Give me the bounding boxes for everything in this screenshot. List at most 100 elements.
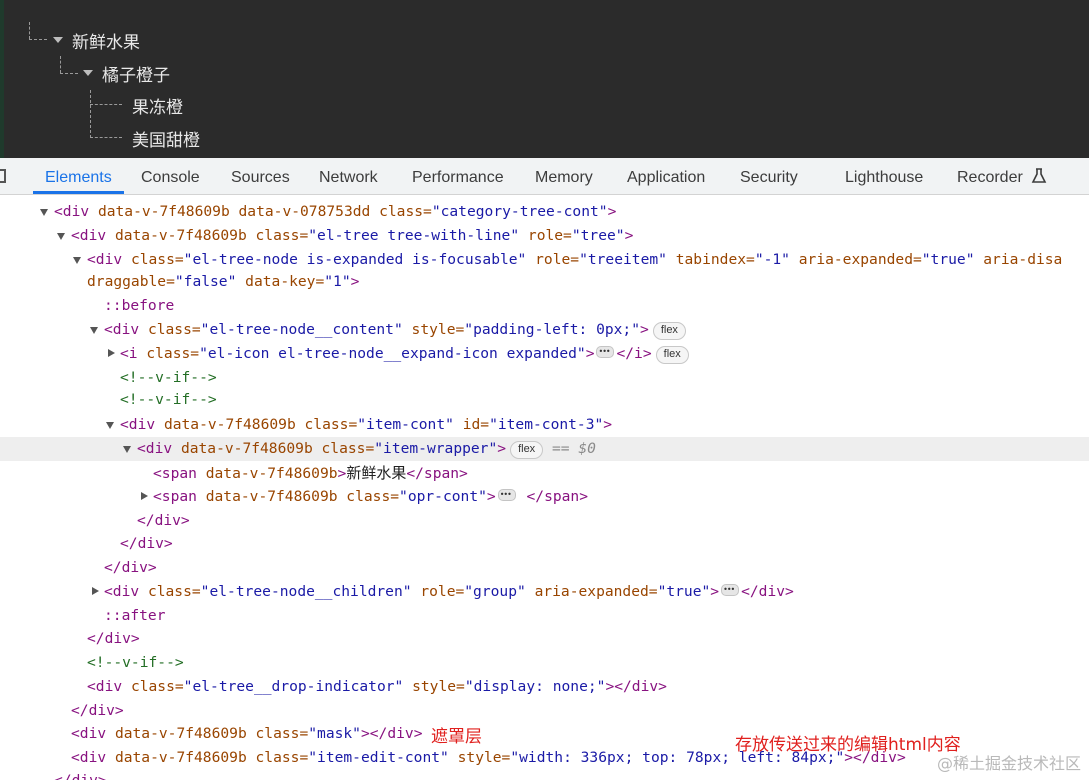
dom-node-line[interactable]: <div class="el-tree__drop-indicator" sty… [0, 675, 1089, 699]
dom-pseudo-line[interactable]: ::after [0, 604, 1089, 628]
attr-name: data-v-7f48609b class= [172, 440, 375, 457]
tag-end: </span> [406, 465, 468, 482]
tree-node-navel-orange[interactable]: 美国甜橙 [132, 126, 200, 151]
ellipsis-icon[interactable] [497, 483, 516, 507]
attr-value: "el-icon el-tree-node__expand-icon expan… [199, 345, 586, 362]
dom-node-line-continued[interactable]: draggable="false" data-key="1"> [0, 270, 1089, 294]
attr-name: tabindex= [666, 251, 755, 268]
collapse-arrow-icon[interactable] [106, 422, 114, 429]
attr-name: class= [122, 251, 184, 268]
tag-end: </div> [614, 678, 667, 695]
tab-memory[interactable]: Memory [535, 158, 593, 194]
tag-close: > [605, 678, 615, 695]
expand-arrow-icon[interactable] [141, 492, 148, 500]
tab-recorder-label: Recorder [957, 169, 1023, 186]
attr-name: data-v-7f48609b data-v-078753dd class= [89, 203, 432, 220]
dom-node-line[interactable]: <span data-v-7f48609b>新鲜水果</span> [0, 461, 1089, 485]
comment: <!--v-if--> [87, 654, 184, 671]
tag-end: </div> [54, 769, 107, 780]
attr-value: "treeitem" [579, 251, 667, 268]
attr-value: "el-tree tree-with-line" [308, 227, 520, 244]
attr-value: "group" [464, 583, 526, 600]
tree-node-oranges[interactable]: 橘子橙子 [102, 61, 170, 86]
tag-open: <div [54, 203, 90, 220]
tab-security[interactable]: Security [740, 158, 798, 194]
flex-badge[interactable]: flex [652, 322, 686, 340]
dom-close-line[interactable]: </div> [0, 556, 1089, 580]
tab-network[interactable]: Network [319, 158, 378, 194]
tab-application[interactable]: Application [627, 158, 705, 194]
tag-close: > [360, 725, 370, 742]
expand-caret-icon[interactable] [83, 70, 93, 76]
tag-open: <div [87, 251, 123, 268]
collapse-arrow-icon[interactable] [73, 257, 81, 264]
ellipsis-icon[interactable] [721, 578, 740, 602]
tab-console[interactable]: Console [141, 158, 200, 194]
dom-node-line[interactable]: <div class="el-tree-node is-expanded is-… [0, 248, 1089, 272]
tab-elements[interactable]: Elements [33, 158, 124, 194]
tree-connector [90, 90, 91, 138]
tag-end: </div> [104, 559, 157, 576]
dom-node-line[interactable]: <span data-v-7f48609b class="opr-cont"> … [0, 483, 1089, 509]
tab-lighthouse[interactable]: Lighthouse [845, 158, 923, 194]
tree-connector [60, 73, 78, 74]
dom-close-line[interactable]: </div> [0, 627, 1089, 651]
attr-name: data-v-7f48609b [196, 465, 338, 482]
attr-name: role= [519, 227, 572, 244]
tab-performance[interactable]: Performance [412, 158, 504, 194]
ellipsis-icon[interactable] [596, 340, 615, 364]
selected-node-marker: == $0 [551, 440, 596, 457]
attr-value: "el-tree-node__content" [200, 321, 403, 338]
dom-node-line-selected[interactable]: <div data-v-7f48609b class="item-wrapper… [0, 437, 1089, 461]
expand-caret-icon[interactable] [53, 37, 63, 43]
attr-name: draggable= [87, 273, 175, 290]
dom-comment-line[interactable]: <!--v-if--> [0, 366, 1089, 390]
tree-node-jelly-orange[interactable]: 果冻橙 [132, 93, 183, 118]
tag-open: <div [104, 321, 140, 338]
attr-name: data-v-7f48609b class= [106, 227, 309, 244]
tree-preview-panel: 新鲜水果 橘子橙子 果冻橙 美国甜橙 [0, 0, 1089, 158]
dom-node-line[interactable]: <div data-v-7f48609b class="item-cont" i… [0, 413, 1089, 437]
attr-value: "true" [921, 251, 975, 268]
attr-value: "display: none;" [464, 678, 606, 695]
dom-node-line[interactable]: <div data-v-7f48609b data-v-078753dd cla… [0, 200, 1089, 224]
attr-name: role= [411, 583, 465, 600]
tree-connector [29, 39, 47, 40]
tag-end: </span> [526, 488, 589, 505]
attr-name: data-v-7f48609b class= [106, 725, 309, 742]
tag-close: > [603, 416, 613, 433]
flex-badge[interactable]: flex [655, 346, 689, 364]
collapse-arrow-icon[interactable] [57, 233, 65, 240]
dom-node-line[interactable]: <div class="el-tree-node__content" style… [0, 318, 1089, 342]
dom-comment-line[interactable]: <!--v-if--> [0, 651, 1089, 675]
dom-pseudo-line[interactable]: ::before [0, 294, 1089, 318]
dom-close-line[interactable]: </div> [0, 699, 1089, 723]
flex-badge[interactable]: flex [510, 441, 544, 459]
watermark: @稀土掘金技术社区 [936, 754, 1081, 773]
attr-value: "tree" [571, 227, 625, 244]
tag-open: <div [104, 583, 140, 600]
tag-open: <div [71, 227, 107, 244]
collapse-arrow-icon[interactable] [40, 209, 48, 216]
dom-close-line[interactable]: </div> [0, 532, 1089, 556]
tab-recorder[interactable]: Recorder [957, 158, 1047, 194]
dom-close-line[interactable]: </div> [0, 769, 1089, 780]
dom-close-line[interactable]: </div> [0, 509, 1089, 533]
dom-comment-line[interactable]: <!--v-if--> [0, 388, 1089, 412]
expand-arrow-icon[interactable] [108, 349, 115, 357]
tag-open: <i [120, 345, 138, 362]
device-toggle-icon[interactable] [0, 169, 6, 183]
annotation-edit-content: 存放传送过来的编辑html内容 [735, 735, 961, 755]
tree-node-fresh-fruit[interactable]: 新鲜水果 [72, 28, 140, 53]
collapse-arrow-icon[interactable] [123, 446, 131, 453]
dom-node-line[interactable]: <div class="el-tree-node__children" role… [0, 578, 1089, 604]
expand-arrow-icon[interactable] [92, 587, 99, 595]
tree-connector [90, 104, 122, 105]
tag-close: > [350, 273, 360, 290]
tab-sources[interactable]: Sources [231, 158, 290, 194]
dom-node-line[interactable]: <i class="el-icon el-tree-node__expand-i… [0, 340, 1089, 366]
tag-end: </div> [71, 702, 124, 719]
collapse-arrow-icon[interactable] [90, 327, 98, 334]
dom-node-line[interactable]: <div data-v-7f48609b class="el-tree tree… [0, 224, 1089, 248]
pseudo-before: ::before [104, 297, 175, 314]
